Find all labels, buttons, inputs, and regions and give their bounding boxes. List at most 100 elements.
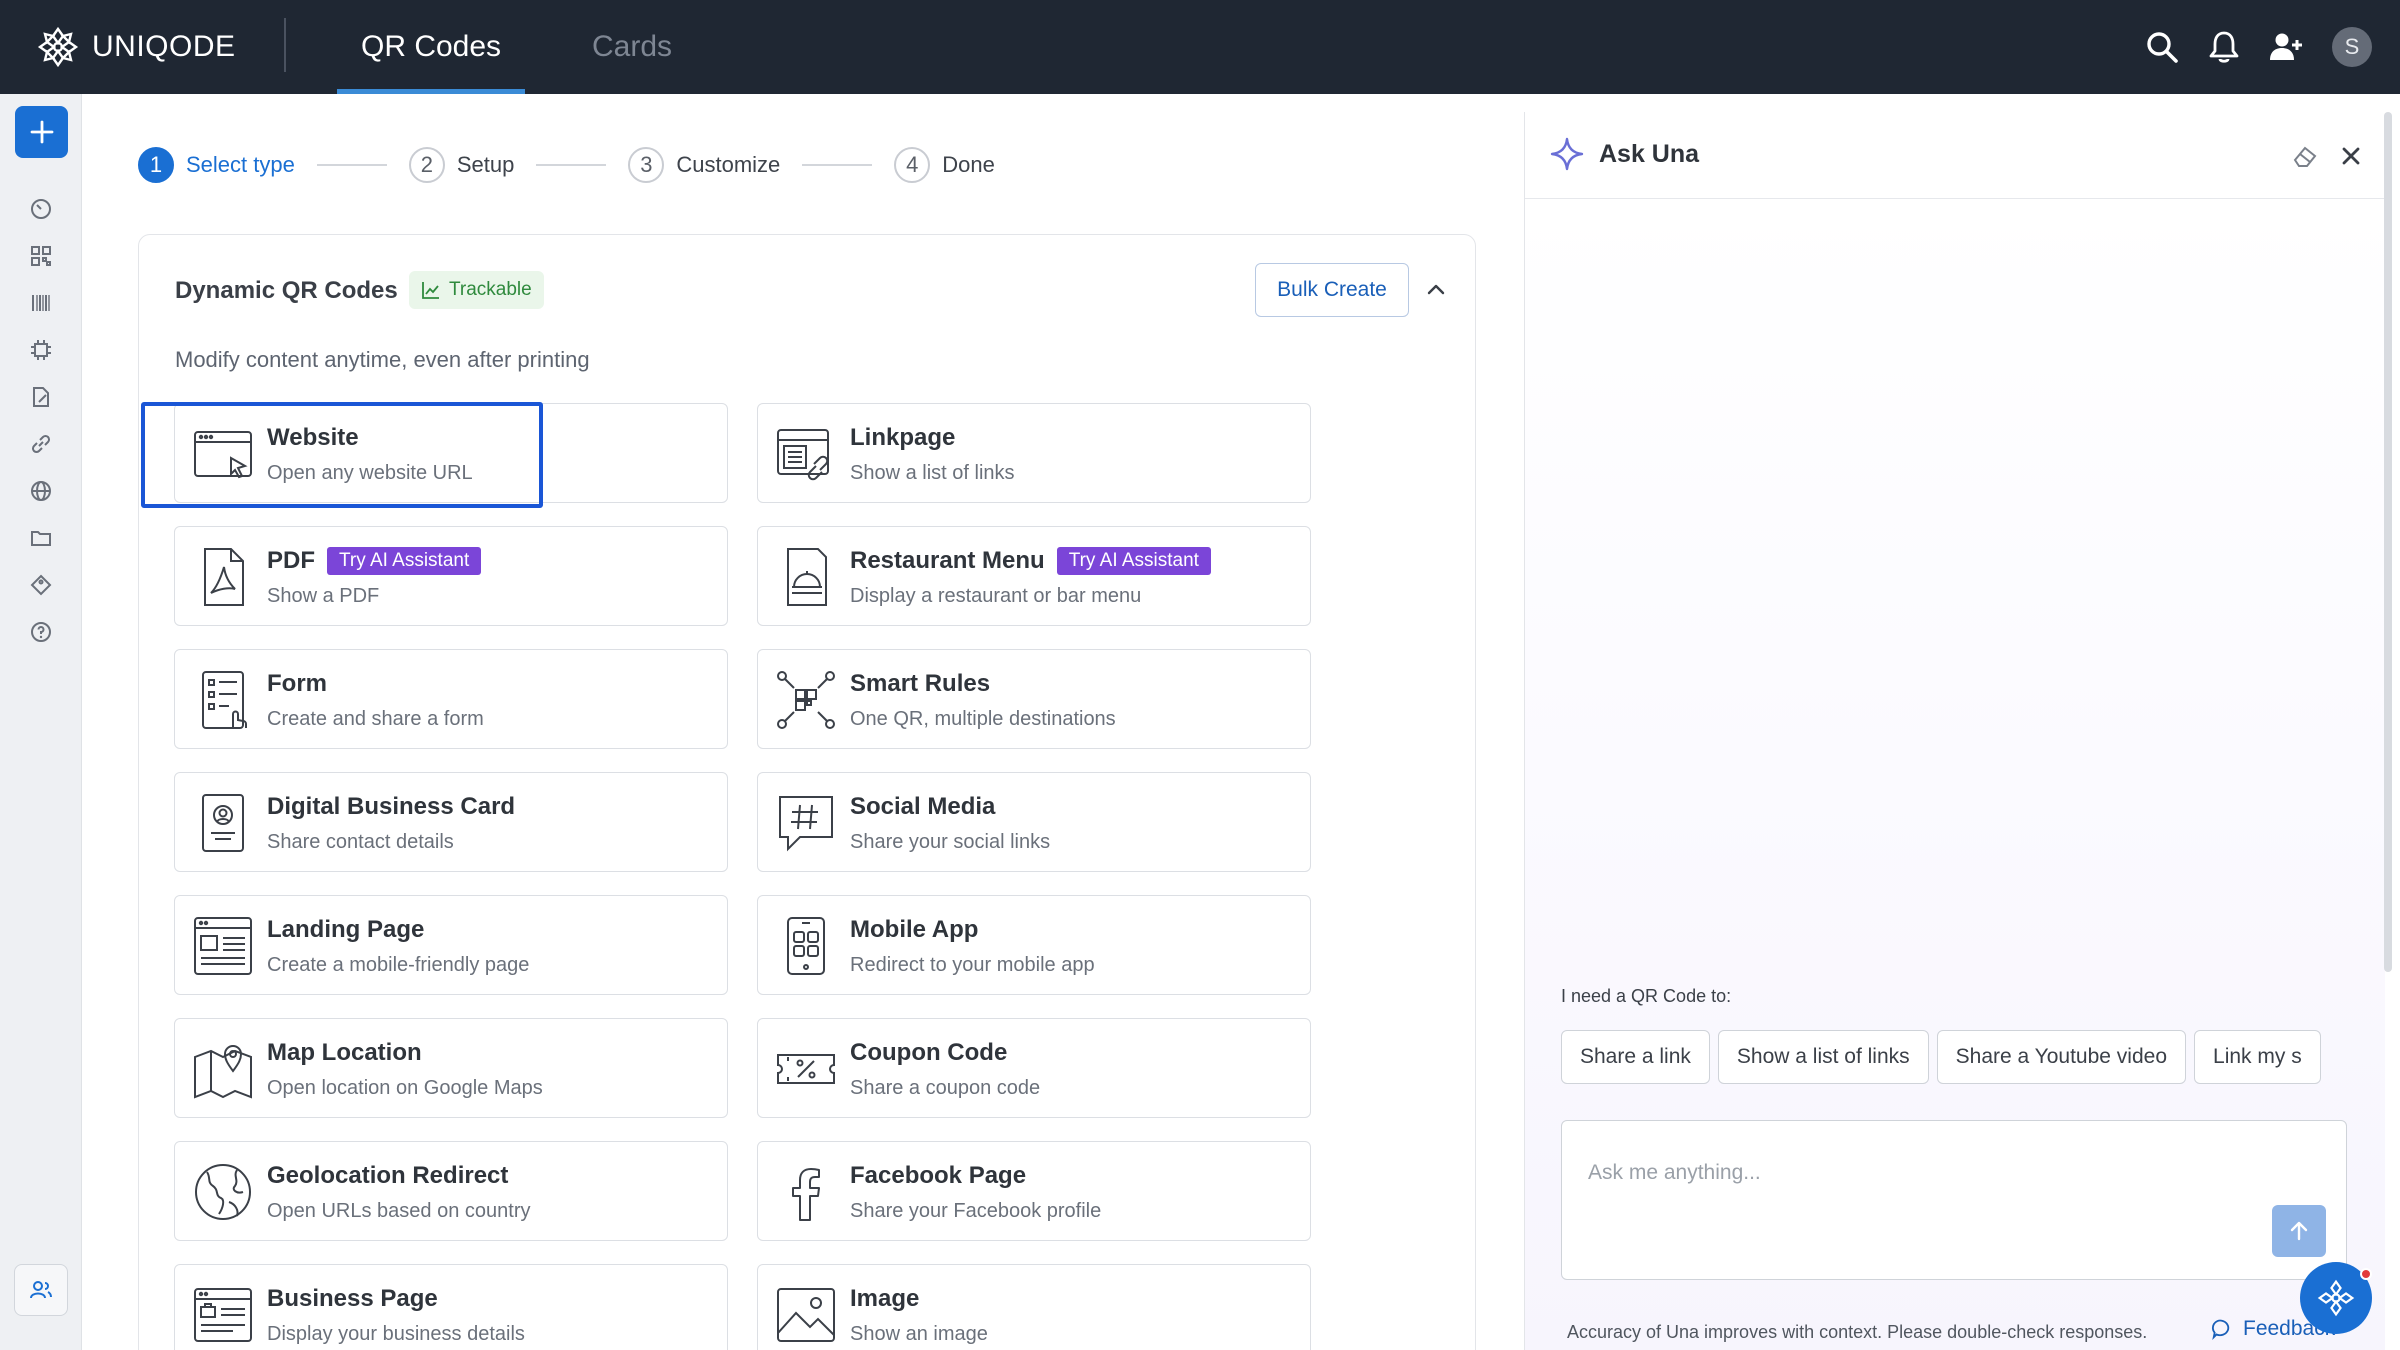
- sparkle-icon: [1550, 137, 1584, 171]
- una-title: Ask Una: [1599, 140, 1700, 168]
- qr-type-card-restaurant-menu[interactable]: Restaurant Menu Try AI Assistant Display …: [757, 526, 1311, 626]
- top-bar: UNIQODE QR Codes Cards S: [0, 0, 2400, 94]
- dashboard-icon[interactable]: [26, 194, 56, 224]
- suggestion-chips: Share a link Show a list of links Share a …: [1561, 1030, 2347, 1086]
- assistant-scrollbar[interactable]: [2384, 112, 2392, 972]
- step-customize[interactable]: 3 Customize: [628, 147, 780, 183]
- trackable-label: Trackable: [449, 279, 532, 300]
- step-done[interactable]: 4 Done: [894, 147, 995, 183]
- qr-type-card-image[interactable]: Image Show an image: [757, 1264, 1311, 1350]
- chip-icon[interactable]: [26, 335, 56, 365]
- suggestion-chip[interactable]: Show a list of links: [1717, 1030, 1929, 1084]
- card-title-text: Mobile App: [850, 916, 979, 943]
- una-prompt: I need a QR Code to:: [1561, 986, 1732, 1006]
- card-description: Display your business details: [267, 1323, 525, 1345]
- card-description: Open URLs based on country: [267, 1200, 531, 1222]
- qr-type-card-linkpage[interactable]: Linkpage Show a list of links: [757, 403, 1311, 503]
- qr-type-card-form[interactable]: Form Create and share a form: [174, 649, 728, 749]
- bulk-create-button[interactable]: Bulk Create: [1255, 263, 1409, 317]
- coupon-icon: [776, 1039, 836, 1099]
- qr-type-card-smart-rules[interactable]: Smart Rules One QR, multiple destination…: [757, 649, 1311, 749]
- ai-assistant-badge[interactable]: Try AI Assistant: [327, 547, 482, 575]
- folder-icon[interactable]: [26, 523, 56, 553]
- link-icon[interactable]: [26, 429, 56, 459]
- step-setup[interactable]: 2 Setup: [408, 147, 514, 183]
- active-tab-indicator: [337, 89, 526, 94]
- card-title: PDF Try AI Assistant: [267, 547, 482, 575]
- card-title-text: Linkpage: [850, 424, 956, 451]
- card-description: One QR, multiple destinations: [850, 708, 1116, 730]
- card-title: Smart Rules: [850, 670, 990, 698]
- qr-type-card-geolocation-redirect[interactable]: Geolocation Redirect Open URLs based on …: [174, 1141, 728, 1241]
- card-title: Mobile App: [850, 916, 978, 944]
- card-title-text: Digital Business Card: [267, 793, 516, 820]
- section-title: Dynamic QR Codes: [175, 277, 398, 304]
- ai-assistant-badge[interactable]: Try AI Assistant: [1056, 547, 1211, 575]
- card-title-text: Facebook Page: [850, 1162, 1027, 1189]
- card-title-text: Coupon Code: [850, 1039, 1008, 1066]
- bell-icon[interactable]: [2204, 24, 2244, 70]
- qr-type-card-map-location[interactable]: Map Location Open location on Google Map…: [174, 1018, 728, 1118]
- search-icon[interactable]: [2142, 24, 2182, 70]
- user-avatar[interactable]: S: [2332, 27, 2372, 67]
- send-button[interactable]: [2272, 1205, 2326, 1257]
- qr-type-card-business-page[interactable]: Business Page Display your business deta…: [174, 1264, 728, 1350]
- ask-input[interactable]: Ask me anything...: [1561, 1120, 2347, 1280]
- globe-icon[interactable]: [26, 476, 56, 506]
- tab-qr-codes[interactable]: QR Codes: [337, 0, 526, 94]
- ask-input-placeholder: Ask me anything...: [1588, 1161, 1761, 1184]
- una-disclaimer: Accuracy of Una improves with context. P…: [1567, 1322, 2148, 1342]
- card-title: Coupon Code: [850, 1039, 1007, 1067]
- qr-type-card-facebook-page[interactable]: Facebook Page Share your Facebook profil…: [757, 1141, 1311, 1241]
- eraser-icon[interactable]: [2291, 142, 2319, 170]
- map-pin-icon: [193, 1039, 253, 1099]
- tag-icon[interactable]: [26, 570, 56, 600]
- qr-type-card-mobile-app[interactable]: Mobile App Redirect to your mobile app: [757, 895, 1311, 995]
- card-title: Business Page: [267, 1285, 438, 1313]
- card-title-text: Social Media: [850, 793, 996, 820]
- ask-una-panel: Ask Una I need a QR Code to: Share a lin…: [1524, 112, 2385, 1350]
- card-description: Display a restaurant or bar menu: [850, 585, 1142, 607]
- step-number: 4: [894, 147, 931, 183]
- step-number: 2: [408, 147, 445, 183]
- card-title-text: Restaurant Menu: [850, 547, 1045, 574]
- left-rail: [0, 94, 82, 1350]
- qr-type-card-digital-business-card[interactable]: Digital Business Card Share contact deta…: [174, 772, 728, 872]
- close-icon[interactable]: [2337, 142, 2365, 170]
- tab-cards[interactable]: Cards: [568, 0, 696, 94]
- contact-card-icon: [193, 793, 253, 853]
- help-icon[interactable]: [26, 617, 56, 647]
- document-edit-icon[interactable]: [26, 382, 56, 412]
- card-description: Share a coupon code: [850, 1077, 1041, 1099]
- suggestion-chip[interactable]: Share a Youtube video: [1936, 1030, 2187, 1084]
- card-title-text: Image: [850, 1285, 920, 1312]
- card-description: Show a PDF: [267, 585, 380, 607]
- team-button[interactable]: [14, 1264, 68, 1316]
- card-title-text: Form: [267, 670, 327, 697]
- card-title: Landing Page: [267, 916, 424, 944]
- step-connector: [536, 164, 607, 166]
- qr-type-card-coupon-code[interactable]: Coupon Code Share a coupon code: [757, 1018, 1311, 1118]
- step-number: 3: [628, 147, 665, 183]
- suggestion-chip[interactable]: Link my s: [2194, 1030, 2321, 1084]
- suggestion-chip[interactable]: Share a link: [1561, 1030, 1710, 1084]
- add-user-icon[interactable]: [2266, 24, 2306, 70]
- header-actions: S: [2142, 24, 2372, 70]
- card-title: Linkpage: [850, 424, 955, 452]
- qr-type-card-pdf[interactable]: PDF Try AI Assistant Show a PDF: [174, 526, 728, 626]
- card-title: Image: [850, 1285, 919, 1313]
- globe-icon: [193, 1162, 253, 1222]
- facebook-icon: [776, 1162, 836, 1222]
- progress-stepper: 1 Select type 2 Setup 3 Customize 4 Done: [138, 146, 995, 184]
- create-new-button[interactable]: [15, 106, 68, 158]
- notification-dot: [2360, 1268, 2372, 1280]
- barcode-icon[interactable]: [26, 288, 56, 318]
- brand-logo[interactable]: UNIQODE: [36, 24, 236, 70]
- card-description: Share your social links: [850, 831, 1051, 853]
- tab-qr-codes-label: QR Codes: [361, 30, 502, 63]
- collapse-chevron-icon[interactable]: [1419, 273, 1453, 307]
- step-select-type[interactable]: 1 Select type: [138, 147, 295, 183]
- qr-type-card-social-media[interactable]: Social Media Share your social links: [757, 772, 1311, 872]
- qr-type-card-landing-page[interactable]: Landing Page Create a mobile-friendly pa…: [174, 895, 728, 995]
- qr-grid-icon[interactable]: [26, 241, 56, 271]
